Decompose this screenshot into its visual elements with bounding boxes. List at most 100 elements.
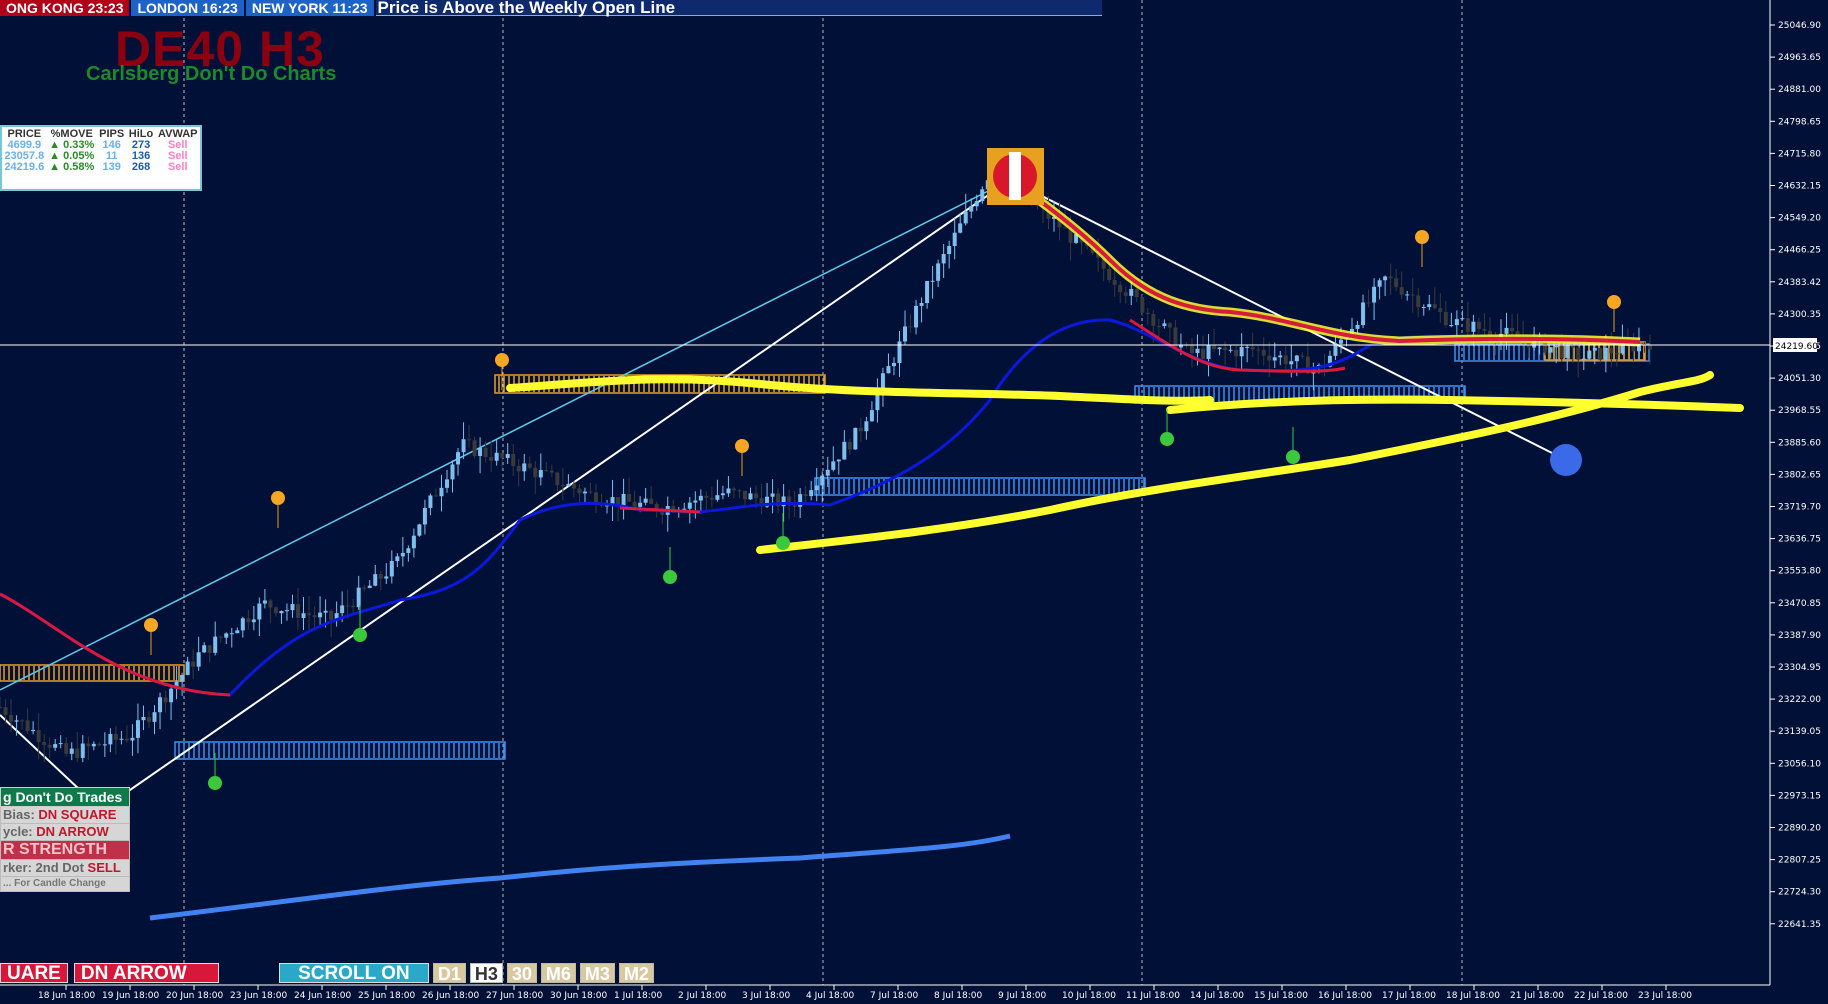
price-tick-label: 23968.55	[1778, 406, 1821, 416]
price-stats-table: PRICE %MOVE PIPS HiLo AVWAP 4699.9 ▲ 0.3…	[0, 125, 202, 191]
candle-body	[1565, 344, 1570, 358]
candle-body	[1548, 347, 1553, 353]
candle-body	[1449, 325, 1454, 327]
candle-body	[908, 326, 913, 328]
candle-body	[1587, 350, 1592, 359]
candle-body	[1383, 276, 1388, 281]
candle-body	[146, 717, 151, 722]
candle-body	[307, 613, 312, 616]
candle-body	[340, 605, 345, 614]
dn-arrow-button[interactable]: DN ARROW	[73, 963, 219, 984]
candle-body	[295, 604, 300, 618]
price-tick-label: 22973.15	[1778, 791, 1821, 801]
price-tick-label: 23553.80	[1778, 567, 1821, 577]
tf-d1-button[interactable]: D1	[432, 963, 466, 984]
time-tick-label: 3 Jul 18:00	[742, 991, 791, 1001]
candle-body	[356, 587, 361, 608]
candle-body	[384, 576, 389, 579]
clock-hong-kong: ONG KONG 23:23	[0, 0, 130, 16]
candle-body	[1361, 302, 1366, 325]
candle-body	[422, 507, 427, 525]
candle-body	[1465, 318, 1470, 332]
candle-body	[1338, 339, 1343, 344]
candle-body	[693, 500, 698, 503]
candle-body	[433, 495, 438, 497]
candle-body	[135, 720, 140, 738]
tf-m2-button[interactable]: M2	[618, 963, 654, 984]
candle-body	[439, 487, 444, 497]
candle-body	[1278, 355, 1283, 358]
green-signal-dot	[776, 536, 790, 550]
price-tick-label: 23222.00	[1778, 695, 1821, 705]
candle-body	[544, 470, 549, 472]
candle-body	[91, 743, 96, 747]
time-tick-label: 30 Jun 18:00	[550, 991, 607, 1001]
candle-body	[42, 742, 47, 745]
candle-body	[571, 483, 576, 489]
price-tick-label: 24881.00	[1778, 85, 1821, 95]
bottom-toolbar: UARE DN ARROW SCROLL ON D1 H3 30 M6 M3 M…	[0, 963, 654, 984]
tf-30-button[interactable]: 30	[506, 963, 537, 984]
tf-m3-button[interactable]: M3	[579, 963, 615, 984]
tf-m6-button[interactable]: M6	[540, 963, 576, 984]
candle-body	[754, 493, 759, 498]
candle-body	[1267, 355, 1272, 361]
price-chart[interactable]: 25046.90 24963.65 24881.00 24798.65 24715.80…	[0, 0, 1828, 1004]
candle-body	[1112, 280, 1117, 285]
candle-body	[1598, 347, 1603, 360]
candle-body	[478, 447, 483, 456]
candle-body	[141, 717, 146, 721]
time-tick-label: 25 Jun 18:00	[358, 991, 415, 1001]
candle-body	[25, 720, 30, 732]
orange-signal-dot	[735, 439, 749, 453]
clock-london: LONDON 16:23	[131, 0, 244, 16]
candle-body	[1167, 323, 1172, 328]
candle-body	[1609, 347, 1614, 354]
green-signal-dot	[663, 570, 677, 584]
candle-body	[1399, 287, 1404, 295]
candle-body	[301, 613, 306, 618]
price-tick-label: 24300.35	[1778, 310, 1821, 320]
candle-body	[891, 363, 896, 367]
candle-body	[566, 483, 571, 486]
candle-body	[505, 454, 510, 458]
candle-body	[704, 495, 709, 498]
time-tick-label: 23 Jun 18:00	[230, 991, 287, 1001]
candle-body	[1416, 295, 1421, 308]
candle-body	[621, 493, 626, 507]
time-tick-label: 9 Jul 18:00	[998, 991, 1047, 1001]
price-tick-label: 23139.05	[1778, 727, 1821, 737]
candle-body	[351, 605, 356, 608]
candle-body	[180, 674, 185, 682]
candle-body	[770, 493, 775, 497]
candle-body	[268, 600, 273, 608]
price-tick-label: 22724.30	[1778, 888, 1821, 898]
price-tick-label: 25046.90	[1778, 21, 1821, 31]
time-tick-label: 21 Jul 18:00	[1510, 991, 1564, 1001]
candle-body	[483, 447, 488, 457]
price-tick-label: 24549.20	[1778, 214, 1821, 224]
candle-body	[660, 511, 665, 515]
square-button[interactable]: UARE	[0, 963, 68, 984]
scroll-on-button[interactable]: SCROLL ON	[278, 963, 429, 984]
tf-h3-button[interactable]: H3	[469, 963, 503, 984]
candle-body	[1123, 292, 1128, 296]
candle-body	[903, 326, 908, 342]
price-tick-label: 23056.10	[1778, 759, 1821, 769]
candle-body	[75, 748, 80, 758]
candle-body	[864, 421, 869, 432]
candle-body	[1504, 327, 1509, 334]
market-clocks-bar: ONG KONG 23:23 LONDON 16:23 NEW YORK 11:…	[0, 0, 1102, 16]
candle-body	[1476, 321, 1481, 329]
candle-body	[886, 366, 891, 374]
candle-body	[1239, 346, 1244, 357]
candle-body	[1145, 312, 1150, 315]
candle-body	[687, 502, 692, 509]
orange-signal-dot	[1607, 295, 1621, 309]
price-tick-label: 24632.15	[1778, 182, 1821, 192]
candle-change-note: ... For Candle Change	[0, 877, 130, 892]
candle-body	[257, 603, 262, 620]
orange-signal-dot	[495, 353, 509, 367]
candle-body	[152, 712, 157, 722]
price-tick-label: 24383.42	[1778, 278, 1821, 288]
